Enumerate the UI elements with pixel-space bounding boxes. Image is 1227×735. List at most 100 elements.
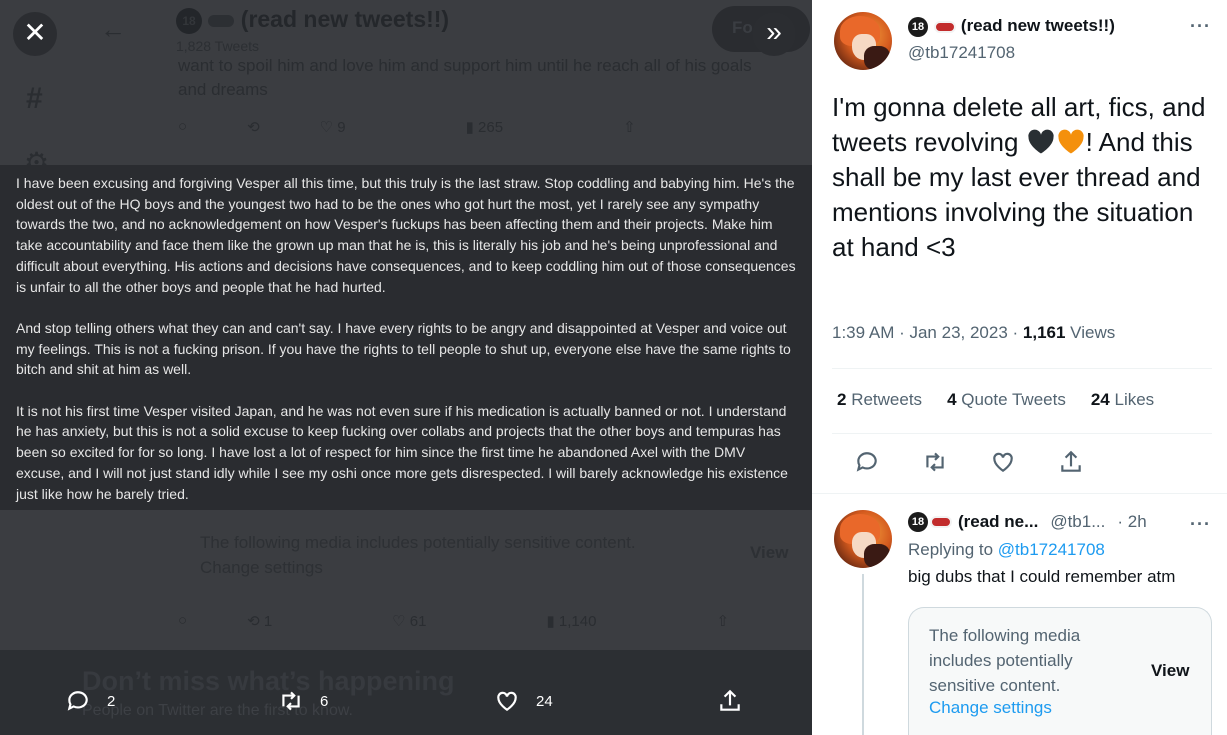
close-button[interactable]: ✕: [13, 12, 57, 56]
background-views-count-2: ▮ 1,140: [546, 613, 597, 630]
quote-tweets-stat[interactable]: 4 Quote Tweets: [947, 390, 1066, 410]
share-button[interactable]: [1058, 449, 1126, 480]
divider: [812, 493, 1227, 494]
bg-views-2: 1,140: [558, 613, 597, 630]
share-icon: [720, 689, 740, 711]
change-settings-link[interactable]: Change settings: [929, 698, 1052, 718]
view-button[interactable]: View: [1151, 661, 1189, 681]
thread-line: [862, 574, 864, 735]
background-name-text: (read new tweets!!): [240, 6, 450, 32]
background-profile-name: 18 (read new tweets!!): [176, 6, 449, 34]
background-change-settings: Change settings: [200, 558, 323, 577]
viewer-reply-count: 2: [107, 692, 116, 710]
viewer-like-count: 24: [536, 692, 553, 710]
divider: [832, 433, 1212, 434]
background-reply-icon: ○: [178, 118, 188, 135]
replying-prefix: Replying to: [908, 540, 998, 559]
author-handle[interactable]: @tb17241708: [908, 43, 1015, 63]
divider: [832, 368, 1212, 369]
quotes-label: Quote Tweets: [956, 390, 1066, 409]
likes-stat[interactable]: 24 Likes: [1091, 390, 1154, 410]
background-view-label: View: [750, 543, 789, 562]
background-tweet-count: 1,828 Tweets: [176, 38, 260, 54]
hashtag-icon: #: [26, 82, 43, 115]
retweets-stat[interactable]: 2 Retweets: [837, 390, 922, 410]
reply-more-options-icon[interactable]: ···: [1190, 514, 1211, 535]
reply-avatar[interactable]: [834, 510, 892, 568]
sensitive-text: The following media includes potentially…: [929, 626, 1081, 695]
image-paragraph-3: It is not his first time Vesper visited …: [16, 402, 788, 502]
heart-icon: [497, 691, 517, 711]
background-views-count: ▮ 265: [465, 119, 504, 136]
reply-text: big dubs that I could remember atm: [908, 567, 1176, 586]
viewer-retweet-count: 6: [320, 692, 329, 710]
reply-header: 18 (read ne... @tb1... · 2h: [908, 512, 1147, 532]
reply-time[interactable]: · 2h: [1117, 512, 1146, 532]
bg-likes-1: 9: [337, 119, 346, 136]
retweet-button[interactable]: [922, 449, 990, 480]
retweets-label: Retweets: [846, 390, 923, 409]
replying-to: Replying to @tb17241708: [908, 540, 1105, 560]
background-action-row-2: ○ ⟲ 1 ♡ 61 ▮ 1,140 ⇧: [178, 612, 789, 630]
background-reply-icon-2: ○: [178, 612, 188, 629]
likes-label: Likes: [1109, 390, 1155, 409]
tweet-meta: 1:39 AM · Jan 23, 2023 · 1,161 Views: [832, 323, 1115, 343]
reply-icon: [856, 452, 877, 472]
avatar-shadow: [864, 544, 890, 568]
image-paragraph-1: I have been excusing and forgiving Vespe…: [16, 175, 796, 295]
tweet-timestamp[interactable]: 1:39 AM · Jan 23, 2023 ·: [832, 323, 1023, 342]
likes-count: 24: [1090, 390, 1110, 409]
background-share-icon-2: ⇧: [716, 613, 730, 630]
tweet-stats: 2 Retweets 4 Quote Tweets 24 Likes: [837, 390, 1179, 410]
orange-heart-icon: [1058, 129, 1084, 154]
sensitive-media-notice: The following media includes potentially…: [908, 607, 1212, 735]
viewer-action-bar: 2 6 24: [0, 688, 812, 732]
tweet-text: I'm gonna delete all art, fics, and twee…: [832, 90, 1217, 265]
bg-views-1: 265: [478, 119, 504, 136]
avatar-shadow: [864, 46, 890, 70]
background-like-count-2: ♡ 61: [392, 613, 427, 630]
reply-button[interactable]: [854, 449, 922, 480]
retweet-icon: [282, 691, 300, 711]
background-tweet-text: want to spoil him and love him and suppo…: [178, 56, 752, 99]
viewer-retweet-button[interactable]: 6: [278, 688, 328, 714]
viewer-reply-button[interactable]: 2: [65, 688, 115, 714]
reply-handle[interactable]: @tb1...: [1050, 512, 1105, 532]
background-retweet-count: ⟲ 1: [247, 613, 273, 630]
background-action-row-1: ○ ⟲ ♡ 9 ▮ 265 ⇧: [178, 118, 696, 136]
media-viewer: ← 18 (read new tweets!!) 1,828 Tweets Fo…: [0, 0, 812, 735]
quotes-count: 4: [947, 390, 957, 409]
background-like-count: ♡ 9: [319, 119, 346, 136]
views-count: 1,161: [1022, 323, 1066, 342]
viewer-like-button[interactable]: 24: [494, 688, 553, 714]
black-heart-icon: [1028, 129, 1054, 154]
reply-icon: [67, 691, 88, 711]
more-options-icon[interactable]: ···: [1190, 16, 1211, 37]
image-paragraph-2: And stop telling others what they can an…: [16, 319, 791, 378]
avatar[interactable]: [834, 12, 892, 70]
author-name-row[interactable]: 18 (read new tweets!!): [908, 16, 1115, 37]
close-icon: ✕: [23, 17, 47, 48]
tweet-detail-panel: 18 (read new tweets!!) @tb17241708 ··· I…: [812, 0, 1227, 735]
sushi-icon: [930, 516, 952, 528]
heart-icon: [993, 452, 1013, 472]
sushi-icon: [208, 14, 235, 27]
background-retweet-icon: ⟲: [247, 119, 260, 136]
replying-handle-link[interactable]: @tb17241708: [998, 540, 1105, 559]
viewer-share-button[interactable]: [717, 688, 743, 714]
share-icon: [1061, 450, 1081, 472]
background-share-icon: ⇧: [623, 119, 636, 136]
reply-display-name[interactable]: (read ne...: [958, 512, 1038, 532]
sushi-icon: [934, 20, 957, 33]
back-arrow-icon: ←: [100, 14, 126, 44]
tweet-image: I have been excusing and forgiving Vespe…: [0, 165, 812, 510]
like-button[interactable]: [990, 449, 1058, 480]
bg-likes-2: 61: [409, 613, 427, 630]
author-display-name: (read new tweets!!): [960, 16, 1115, 35]
expand-panel-button[interactable]: »: [752, 12, 796, 56]
bg-retweets-2: 1: [263, 613, 273, 630]
badge-18-icon: 18: [908, 512, 928, 532]
badge-18-icon: 18: [176, 7, 202, 34]
background-sensitive-text: The following media includes potentially…: [200, 533, 636, 552]
double-chevron-right-icon: »: [766, 16, 782, 47]
